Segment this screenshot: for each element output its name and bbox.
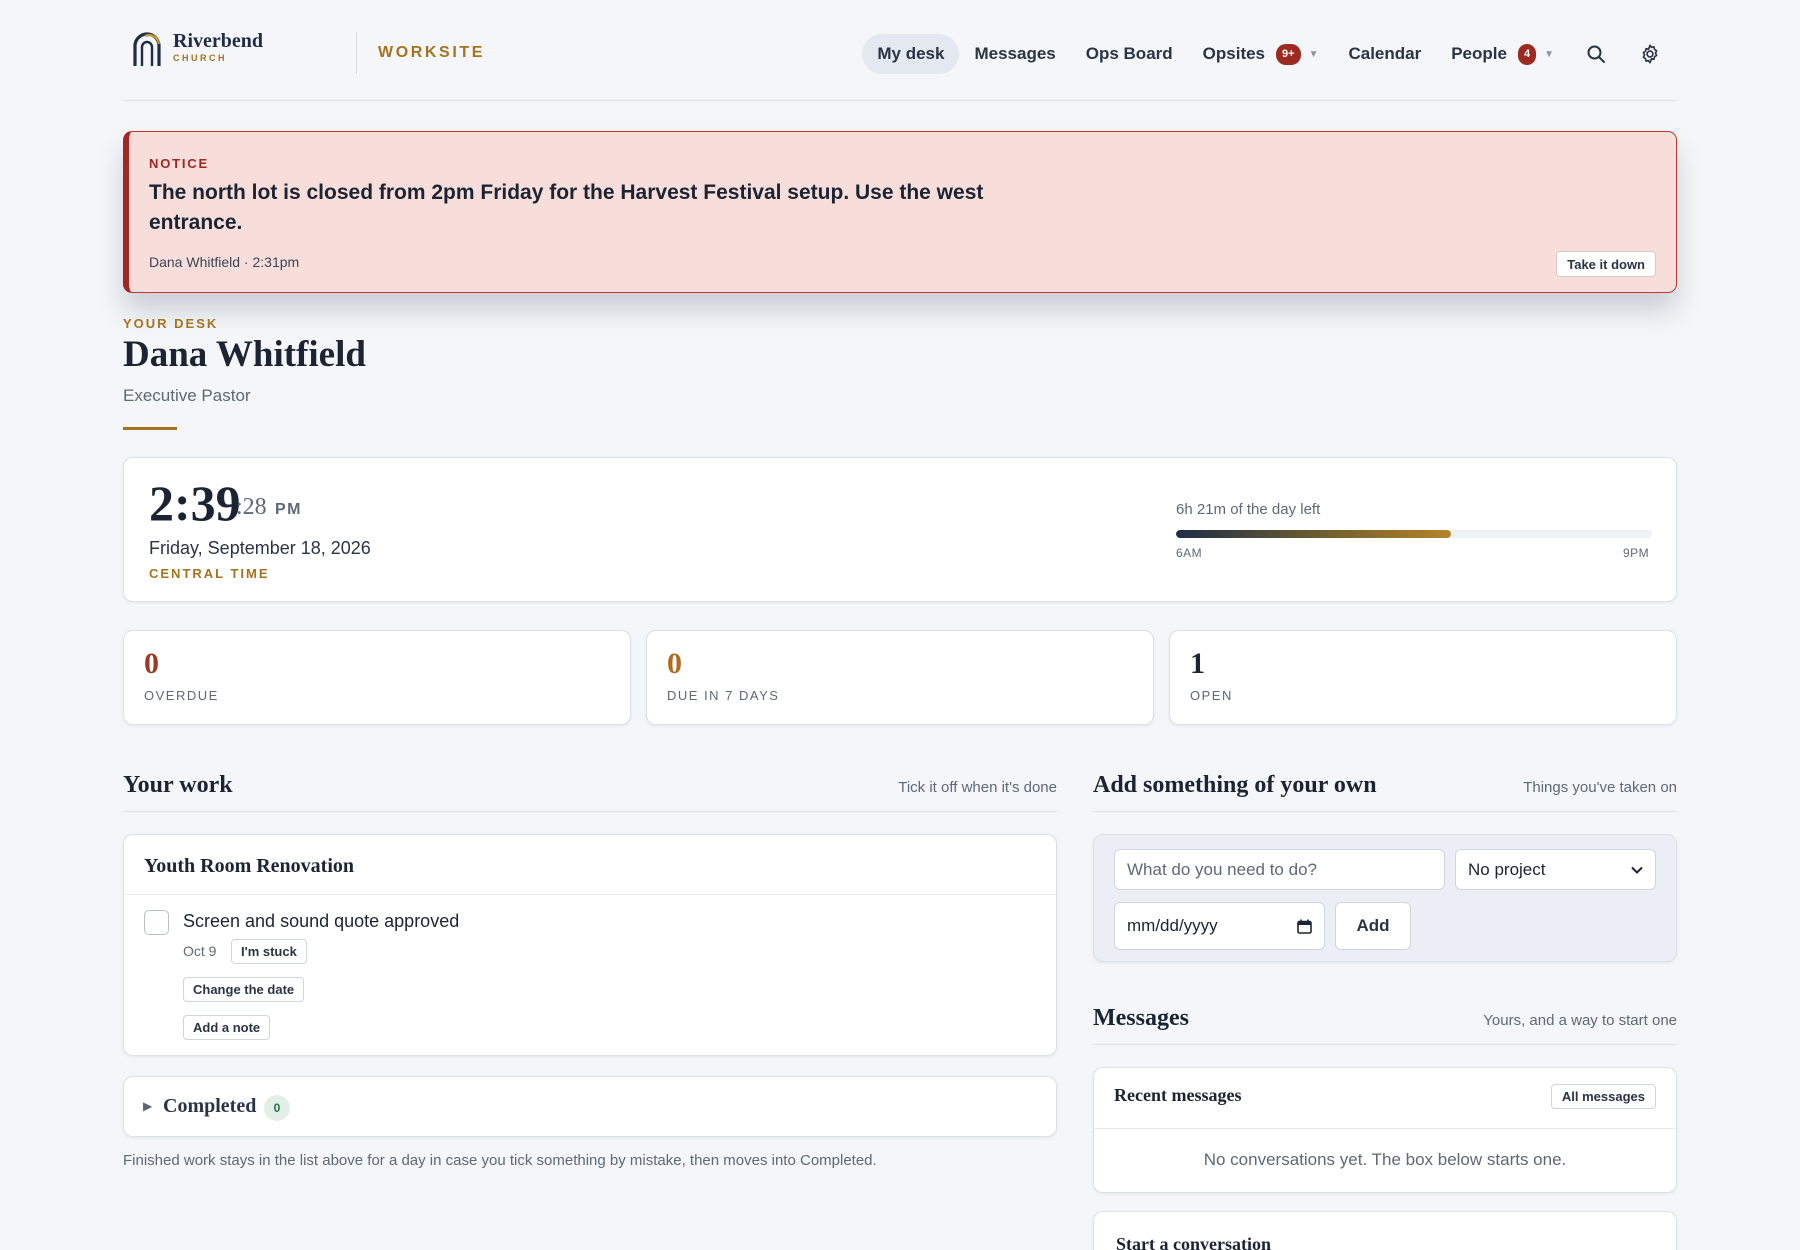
day-left-text: 6h 21m of the day left: [1176, 501, 1321, 518]
nav-messages[interactable]: Messages: [959, 34, 1070, 74]
section-title: Your work: [123, 772, 233, 798]
clock-ampm: PM: [275, 501, 302, 518]
search-button[interactable]: [1569, 34, 1623, 74]
chevron-right-icon: ▶: [143, 1099, 153, 1113]
task-title: Screen and sound quote approved: [183, 911, 460, 931]
stat-value: 0: [144, 647, 159, 680]
desk-role: Executive Pastor: [123, 386, 251, 405]
people-count-badge: 4: [1517, 43, 1537, 65]
add-own-header: Add something of your own Things you've …: [1093, 772, 1677, 812]
search-icon: [1587, 45, 1605, 63]
chevron-down-icon: [1631, 866, 1643, 874]
all-messages-button[interactable]: All messages: [1550, 1084, 1656, 1109]
due-date-input[interactable]: mm/dd/yyyy: [1114, 902, 1325, 950]
add-task-form: What do you need to do? No project mm/dd…: [1093, 834, 1677, 962]
stat-label: OPEN: [1190, 688, 1233, 703]
section-name: WORKSITE: [378, 44, 486, 61]
task-checkbox[interactable]: [144, 910, 169, 935]
nav-people[interactable]: People 4 ▼: [1436, 34, 1569, 74]
title-underline: [123, 427, 177, 430]
page-title: Dana Whitfield: [123, 334, 366, 375]
project-select[interactable]: No project: [1455, 849, 1656, 890]
section-aside: Tick it off when it's done: [898, 779, 1057, 796]
add-task-button[interactable]: Add: [1335, 902, 1411, 950]
new-task-input[interactable]: What do you need to do?: [1114, 849, 1445, 890]
divider: [1094, 1128, 1676, 1129]
due-date-placeholder: mm/dd/yyyy: [1127, 916, 1218, 935]
nav-label: Ops Board: [1085, 44, 1173, 63]
desk-kicker: YOUR DESK: [123, 316, 219, 331]
empty-state-text: No conversations yet. The box below star…: [1203, 1150, 1567, 1169]
nav-label: People: [1451, 44, 1507, 63]
header-divider: [356, 32, 357, 74]
stat-value: 0: [667, 647, 682, 680]
opsites-count-badge: 9+: [1276, 43, 1301, 65]
main-nav: My desk Messages Ops Board Opsites 9+ ▼ …: [862, 34, 1677, 74]
project-title: Youth Room Renovation: [144, 855, 355, 877]
project-select-value: No project: [1468, 859, 1546, 879]
day-start-label: 6AM: [1176, 546, 1203, 560]
day-end-label: 9PM: [1623, 546, 1650, 560]
recent-messages-card: Recent messages All messages No conversa…: [1093, 1067, 1677, 1193]
brand-sub: CHURCH: [173, 53, 227, 63]
nav-opsites[interactable]: Opsites 9+ ▼: [1188, 34, 1334, 74]
gear-icon: [1642, 44, 1658, 64]
task-due-date: Oct 9: [183, 943, 217, 959]
brand-logo[interactable]: Riverbend CHURCH: [131, 30, 263, 68]
take-down-button[interactable]: Take it down: [1556, 251, 1656, 277]
messages-header: Messages Yours, and a way to start one: [1093, 1005, 1677, 1045]
stat-due-soon[interactable]: 0 DUE IN 7 DAYS: [646, 630, 1154, 725]
stat-overdue[interactable]: 0 OVERDUE: [123, 630, 631, 725]
divider: [124, 894, 1056, 895]
completed-count-badge: 0: [264, 1095, 290, 1121]
notice-banner: NOTICE The north lot is closed from 2pm …: [123, 131, 1677, 293]
stat-value: 1: [1190, 647, 1205, 680]
notice-text: The north lot is closed from 2pm Friday …: [149, 181, 984, 234]
clock-date: Friday, September 18, 2026: [149, 538, 371, 558]
clock-seconds: :28: [236, 494, 267, 520]
page: Riverbend CHURCH WORKSITE My desk Messag…: [123, 0, 1677, 1250]
change-date-button[interactable]: Change the date: [183, 977, 305, 1002]
add-note-button[interactable]: Add a note: [183, 1015, 271, 1040]
nav-label: Opsites: [1202, 44, 1266, 63]
church-arch-icon: [133, 32, 161, 66]
completed-hint: Finished work stays in the list above fo…: [123, 1152, 877, 1169]
section-aside: Things you've taken on: [1523, 779, 1677, 796]
stat-label: DUE IN 7 DAYS: [667, 688, 780, 703]
recent-messages-title: Recent messages: [1114, 1085, 1242, 1105]
day-progress-fill: [1176, 530, 1451, 538]
top-header: Riverbend CHURCH WORKSITE My desk Messag…: [123, 0, 1677, 101]
clock-timezone: CENTRAL TIME: [149, 566, 270, 581]
notice-meta: Dana Whitfield · 2:31pm: [149, 254, 300, 270]
section-title: Add something of your own: [1093, 772, 1377, 798]
start-conversation-title: Start a conversation: [1116, 1234, 1271, 1250]
section-aside: Yours, and a way to start one: [1483, 1012, 1677, 1029]
completed-label: Completed: [163, 1095, 257, 1117]
stat-open[interactable]: 1 OPEN: [1169, 630, 1677, 725]
brand-name: Riverbend: [173, 30, 263, 52]
chevron-down-icon: ▼: [1544, 48, 1554, 60]
im-stuck-button[interactable]: I'm stuck: [231, 939, 307, 964]
notice-kicker: NOTICE: [149, 156, 209, 171]
your-work-header: Your work Tick it off when it's done: [123, 772, 1057, 812]
section-title: Messages: [1093, 1005, 1189, 1031]
day-progress-bar: [1176, 530, 1652, 538]
nav-calendar[interactable]: Calendar: [1333, 34, 1436, 74]
clock-card: 2:39 :28 PM Friday, September 18, 2026 C…: [123, 457, 1677, 602]
calendar-icon: [1297, 919, 1312, 934]
settings-button[interactable]: [1623, 34, 1677, 74]
start-conversation-card: Start a conversation: [1093, 1211, 1677, 1250]
completed-toggle[interactable]: ▶ Completed 0: [123, 1076, 1057, 1137]
chevron-down-icon: ▼: [1308, 48, 1319, 60]
project-card: Youth Room Renovation Screen and sound q…: [123, 834, 1057, 1056]
clock-time: 2:39: [149, 475, 241, 531]
stat-label: OVERDUE: [144, 688, 219, 703]
nav-ops-board[interactable]: Ops Board: [1071, 34, 1188, 74]
nav-label: Messages: [974, 44, 1056, 63]
nav-label: My desk: [877, 44, 945, 63]
nav-my-desk[interactable]: My desk: [862, 34, 960, 74]
nav-label: Calendar: [1348, 44, 1422, 63]
